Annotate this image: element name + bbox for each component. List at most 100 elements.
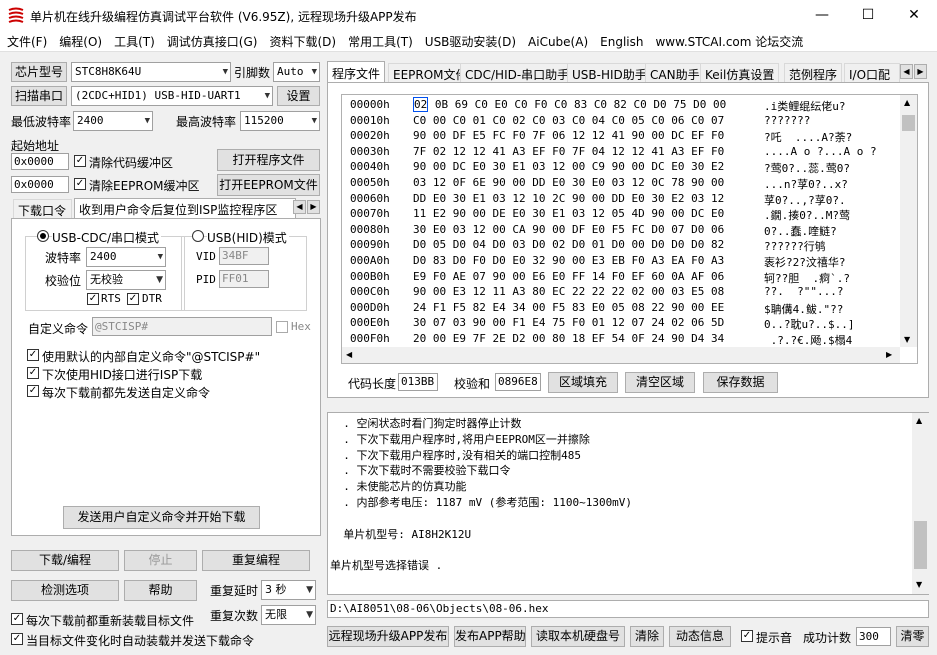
hex-vscrollbar[interactable]: ▲ ▼ [900,95,917,347]
send-custom-first-checkbox[interactable]: ✓ [27,385,39,397]
hex-bytes[interactable]: DD E0 30 E1 03 12 10 2C 90 00 DD E0 30 E… [413,192,724,205]
read-disk-id-button[interactable]: 读取本机硬盘号 [531,626,625,647]
scroll-up-icon[interactable]: ▲ [916,416,922,425]
tab-reset-to-isp[interactable]: 收到用户命令后复位到ISP监控程序区 [74,198,296,219]
menu-debug[interactable]: 调试仿真接口(G) [160,30,263,50]
minimize-button[interactable]: — [799,0,845,30]
clear-area-button[interactable]: 清空区域 [625,372,695,393]
hex-ascii[interactable]: 轲??胆 .痾`.? [764,270,850,286]
chip-model-button[interactable]: 芯片型号 [11,62,67,82]
scroll-down-icon[interactable]: ▼ [904,335,910,344]
tab-scroll-right-icon[interactable]: ▶ [914,64,927,79]
port-select[interactable]: (2CDC+HID1) USB-HID-UART1 ▼ [71,86,273,106]
hex-view[interactable]: 00000h 02 0B 69 C0 E0 C0 F0 C0 83 C0 82 C… [341,94,918,364]
hex-bytes[interactable]: E9 F0 AE 07 90 00 E6 E0 FF 14 F0 EF 60 0… [413,270,724,283]
menu-program[interactable]: 编程(O) [52,30,107,50]
menu-downloads[interactable]: 资料下载(D) [262,30,341,50]
help-button[interactable]: 帮助 [124,580,197,601]
hex-ascii[interactable]: ??. ?""...? [764,285,843,298]
tab-usb-hid[interactable]: USB-HID助手 [567,63,652,83]
menu-usb-driver[interactable]: USB驱动安装(D) [418,30,521,50]
menu-english[interactable]: English [593,32,648,49]
use-hid-next-checkbox[interactable]: ✓ [27,367,39,379]
download-program-button[interactable]: 下载/编程 [11,550,119,571]
tab-can[interactable]: CAN助手 [645,63,705,83]
clear-code-checkbox[interactable]: ✓ [74,155,86,167]
open-program-file-button[interactable]: 打开程序文件 [217,149,320,171]
remote-upgrade-button[interactable]: 远程现场升级APP发布 [327,626,449,647]
hex-ascii[interactable]: .i类鲤绲纭佬u? [764,98,846,114]
log-output[interactable]: . 空闲状态时看门狗定时器停止计数 . 下次下载用户程序时,将用户EEPROM区… [327,412,929,595]
hex-bytes[interactable]: 90 00 DC E0 30 E1 03 12 00 C9 90 00 DC E… [413,160,724,173]
hex-bytes[interactable]: 90 00 E3 12 11 A3 80 EC 22 22 22 02 00 0… [413,285,724,298]
baud-select[interactable]: 2400 ▼ [86,247,166,267]
hex-bytes[interactable]: 20 00 E9 7F 2E D2 00 80 18 EF 54 0F 24 9… [413,332,724,345]
hid-mode-radio[interactable] [192,230,204,242]
save-data-button[interactable]: 保存数据 [703,372,778,393]
menu-aicube[interactable]: AiCube(A) [521,32,593,49]
tab-io-config[interactable]: I/O口配 [844,63,900,83]
publish-app-help-button[interactable]: 发布APP帮助 [454,626,526,647]
scroll-down-icon[interactable]: ▼ [916,580,922,589]
scroll-thumb[interactable] [902,115,915,131]
auto-reload-checkbox[interactable]: ✓ [11,633,23,645]
min-baud-select[interactable]: 2400 ▼ [73,111,153,131]
hex-bytes[interactable]: 02 0B 69 C0 E0 C0 F0 C0 83 C0 82 C0 D0 7… [413,97,726,112]
send-custom-command-button[interactable]: 发送用户自定义命令并开始下载 [63,506,260,529]
tab-scroll-right-icon[interactable]: ▶ [307,200,320,214]
scan-port-button[interactable]: 扫描串口 [11,86,67,106]
hex-bytes[interactable]: D0 05 D0 04 D0 03 D0 02 D0 01 D0 00 D0 D… [413,238,724,251]
reload-each-checkbox[interactable]: ✓ [11,613,23,625]
scroll-right-icon[interactable]: ▶ [886,350,892,359]
dtr-checkbox[interactable]: ✓ [127,293,139,305]
hex-ascii[interactable]: 0..?耽u?..$..] [764,316,854,332]
tab-scroll-left-icon[interactable]: ◀ [293,200,306,214]
tab-scroll-left-icon[interactable]: ◀ [900,64,913,79]
hex-bytes[interactable]: C0 00 C0 01 C0 02 C0 03 C0 04 C0 05 C0 0… [413,114,724,127]
hex-bytes[interactable]: 24 F1 F5 82 E4 34 00 F5 83 E0 05 08 22 9… [413,301,724,314]
vid-input[interactable]: 34BF [219,247,269,265]
tab-examples[interactable]: 范例程序 [784,63,843,83]
clear-log-button[interactable]: 清除 [630,626,664,647]
hex-bytes[interactable]: 30 E0 03 12 00 CA 90 00 DF E0 F5 FC D0 0… [413,223,724,236]
pid-input[interactable]: FF01 [219,270,269,288]
tab-keil-sim[interactable]: Keil仿真设置 [700,63,780,83]
cdc-mode-radio[interactable] [37,230,49,242]
log-vscrollbar[interactable]: ▲ ▼ [912,413,929,594]
hex-ascii[interactable]: 莩0?..,?莩0?. [764,192,846,208]
hex-bytes[interactable]: 11 E2 90 00 DE E0 30 E1 03 12 05 4D 90 0… [413,207,724,220]
hex-ascii[interactable]: 袠衫?2?汶禧华? [764,254,846,270]
menu-common-tools[interactable]: 常用工具(T) [341,30,418,50]
tab-download-password[interactable]: 下载口令 [13,199,72,219]
scroll-left-icon[interactable]: ◀ [346,350,352,359]
close-button[interactable]: ✕ [891,0,937,30]
eeprom-start-address-input[interactable]: 0x0000 [11,176,69,193]
hex-ascii[interactable]: ??????? [764,114,810,127]
check-options-button[interactable]: 检测选项 [11,580,119,601]
scroll-thumb[interactable] [914,521,927,569]
parity-select[interactable]: 无校验 ▼ [86,270,166,290]
stop-button[interactable]: 停止 [124,550,197,571]
clear-eeprom-checkbox[interactable]: ✓ [74,178,86,190]
scroll-up-icon[interactable]: ▲ [904,98,910,107]
menu-file[interactable]: 文件(F) [0,30,52,50]
reset-count-button[interactable]: 清零 [896,626,929,647]
tab-cdc-hid-serial[interactable]: CDC/HID-串口助手 [460,63,575,83]
custom-command-input[interactable]: @STCISP# [92,317,272,336]
hex-hscrollbar[interactable]: ◀ ▶ [342,347,900,363]
menu-forum[interactable]: www.STCAI.com 论坛交流 [648,30,808,50]
hex-ascii[interactable]: ...n?莩0?..x? [764,176,848,192]
chip-model-select[interactable]: STC8H8K64U ▼ [71,62,231,82]
hex-ascii[interactable]: ....A o ?...A o ? [764,145,877,158]
hex-bytes[interactable]: D0 83 D0 F0 D0 E0 32 90 00 E3 EB F0 A3 E… [413,254,724,267]
maximize-button[interactable]: ☐ [845,0,891,30]
menu-tools[interactable]: 工具(T) [107,30,160,50]
hex-ascii[interactable]: ?吒 ....A?荼? [764,129,852,145]
repeat-count-select[interactable]: 无限 ▼ [261,605,316,625]
repeat-delay-select[interactable]: 3 秒 ▼ [261,580,316,600]
hex-ascii[interactable]: ??????行鸲 [764,238,826,254]
code-start-address-input[interactable]: 0x0000 [11,153,69,170]
hex-ascii[interactable]: .鐗.揍0?..M?莺 [764,207,850,223]
pins-select[interactable]: Auto ▼ [273,62,320,82]
rts-checkbox[interactable]: ✓ [87,293,99,305]
